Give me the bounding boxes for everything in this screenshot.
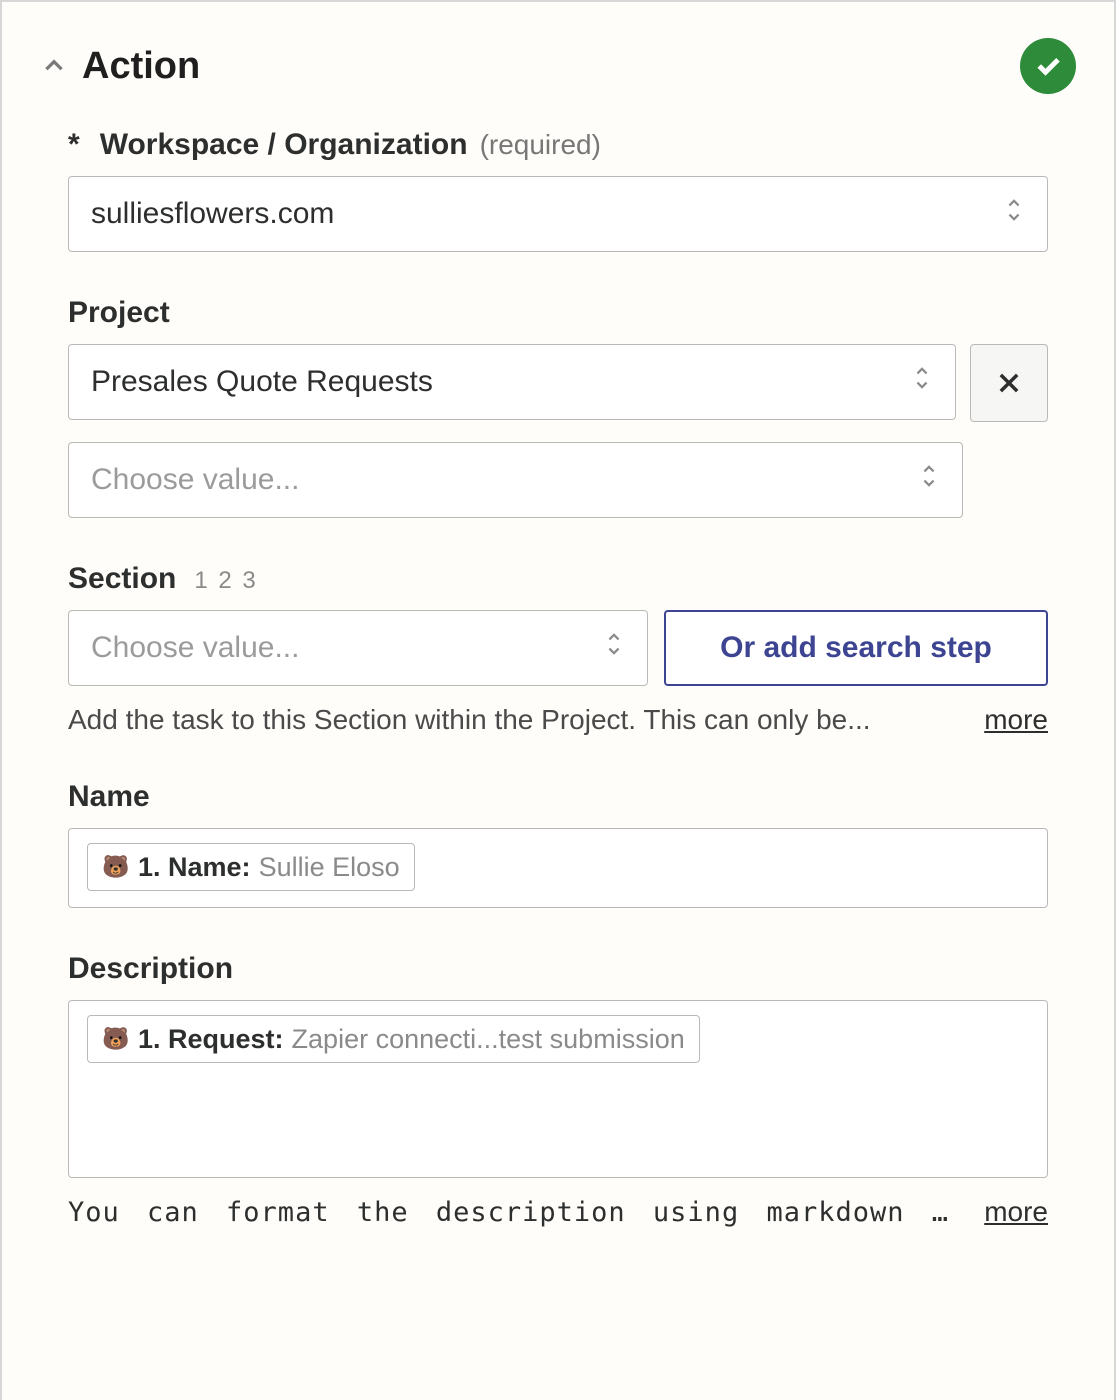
collapse-toggle-icon[interactable] — [40, 52, 68, 80]
panel-header: Action — [12, 2, 1104, 118]
field-name: Name 🐻 1. Name: Sullie Eloso — [68, 780, 1048, 908]
name-pill-value: Sullie Eloso — [259, 852, 400, 883]
workspace-select[interactable]: sulliesflowers.com — [68, 176, 1048, 252]
required-asterisk: * — [68, 128, 80, 162]
description-mapped-pill[interactable]: 🐻 1. Request: Zapier connecti...test sub… — [87, 1015, 700, 1063]
add-search-step-button[interactable]: Or add search step — [664, 610, 1048, 686]
workspace-label: Workspace / Organization — [100, 128, 468, 162]
project-secondary-placeholder: Choose value... — [91, 463, 299, 497]
panel-title: Action — [82, 45, 1020, 88]
select-arrows-icon — [603, 630, 625, 666]
description-pill-key: 1. Request: — [138, 1024, 284, 1055]
project-remove-button[interactable] — [970, 344, 1048, 422]
action-panel: Action * Workspace / Organization (requi… — [0, 0, 1116, 1400]
name-input[interactable]: 🐻 1. Name: Sullie Eloso — [68, 828, 1048, 908]
field-project: Project Presales Quote Requests Choose — [68, 296, 1048, 518]
description-help-text: You can format the description using mar… — [68, 1197, 984, 1228]
required-hint: (required) — [480, 129, 601, 161]
workspace-value: sulliesflowers.com — [91, 197, 334, 231]
section-label: Section — [68, 562, 176, 596]
name-label: Name — [68, 780, 150, 814]
name-mapped-pill[interactable]: 🐻 1. Name: Sullie Eloso — [87, 843, 415, 891]
project-select[interactable]: Presales Quote Requests — [68, 344, 956, 420]
project-secondary-select[interactable]: Choose value... — [68, 442, 963, 518]
description-pill-value: Zapier connecti...test submission — [292, 1024, 685, 1055]
form-area: * Workspace / Organization (required) su… — [12, 118, 1104, 1228]
section-select[interactable]: Choose value... — [68, 610, 648, 686]
name-pill-key: 1. Name: — [138, 852, 251, 883]
description-more-link[interactable]: more — [984, 1196, 1048, 1228]
project-label: Project — [68, 296, 170, 330]
section-placeholder: Choose value... — [91, 631, 299, 665]
app-avatar-icon: 🐻 — [102, 1027, 130, 1051]
field-section: Section 1 2 3 Choose value... Or add sea… — [68, 562, 1048, 736]
section-counter: 1 2 3 — [194, 567, 257, 595]
section-help-text: Add the task to this Section within the … — [68, 704, 984, 736]
status-complete-icon — [1020, 38, 1076, 94]
field-description: Description 🐻 1. Request: Zapier connect… — [68, 952, 1048, 1228]
description-input[interactable]: 🐻 1. Request: Zapier connecti...test sub… — [68, 1000, 1048, 1178]
section-more-link[interactable]: more — [984, 704, 1048, 736]
select-arrows-icon — [918, 462, 940, 498]
description-label: Description — [68, 952, 233, 986]
select-arrows-icon — [911, 364, 933, 400]
app-avatar-icon: 🐻 — [102, 855, 130, 879]
select-arrows-icon — [1003, 196, 1025, 232]
field-workspace: * Workspace / Organization (required) su… — [68, 128, 1048, 252]
project-value: Presales Quote Requests — [91, 365, 433, 399]
